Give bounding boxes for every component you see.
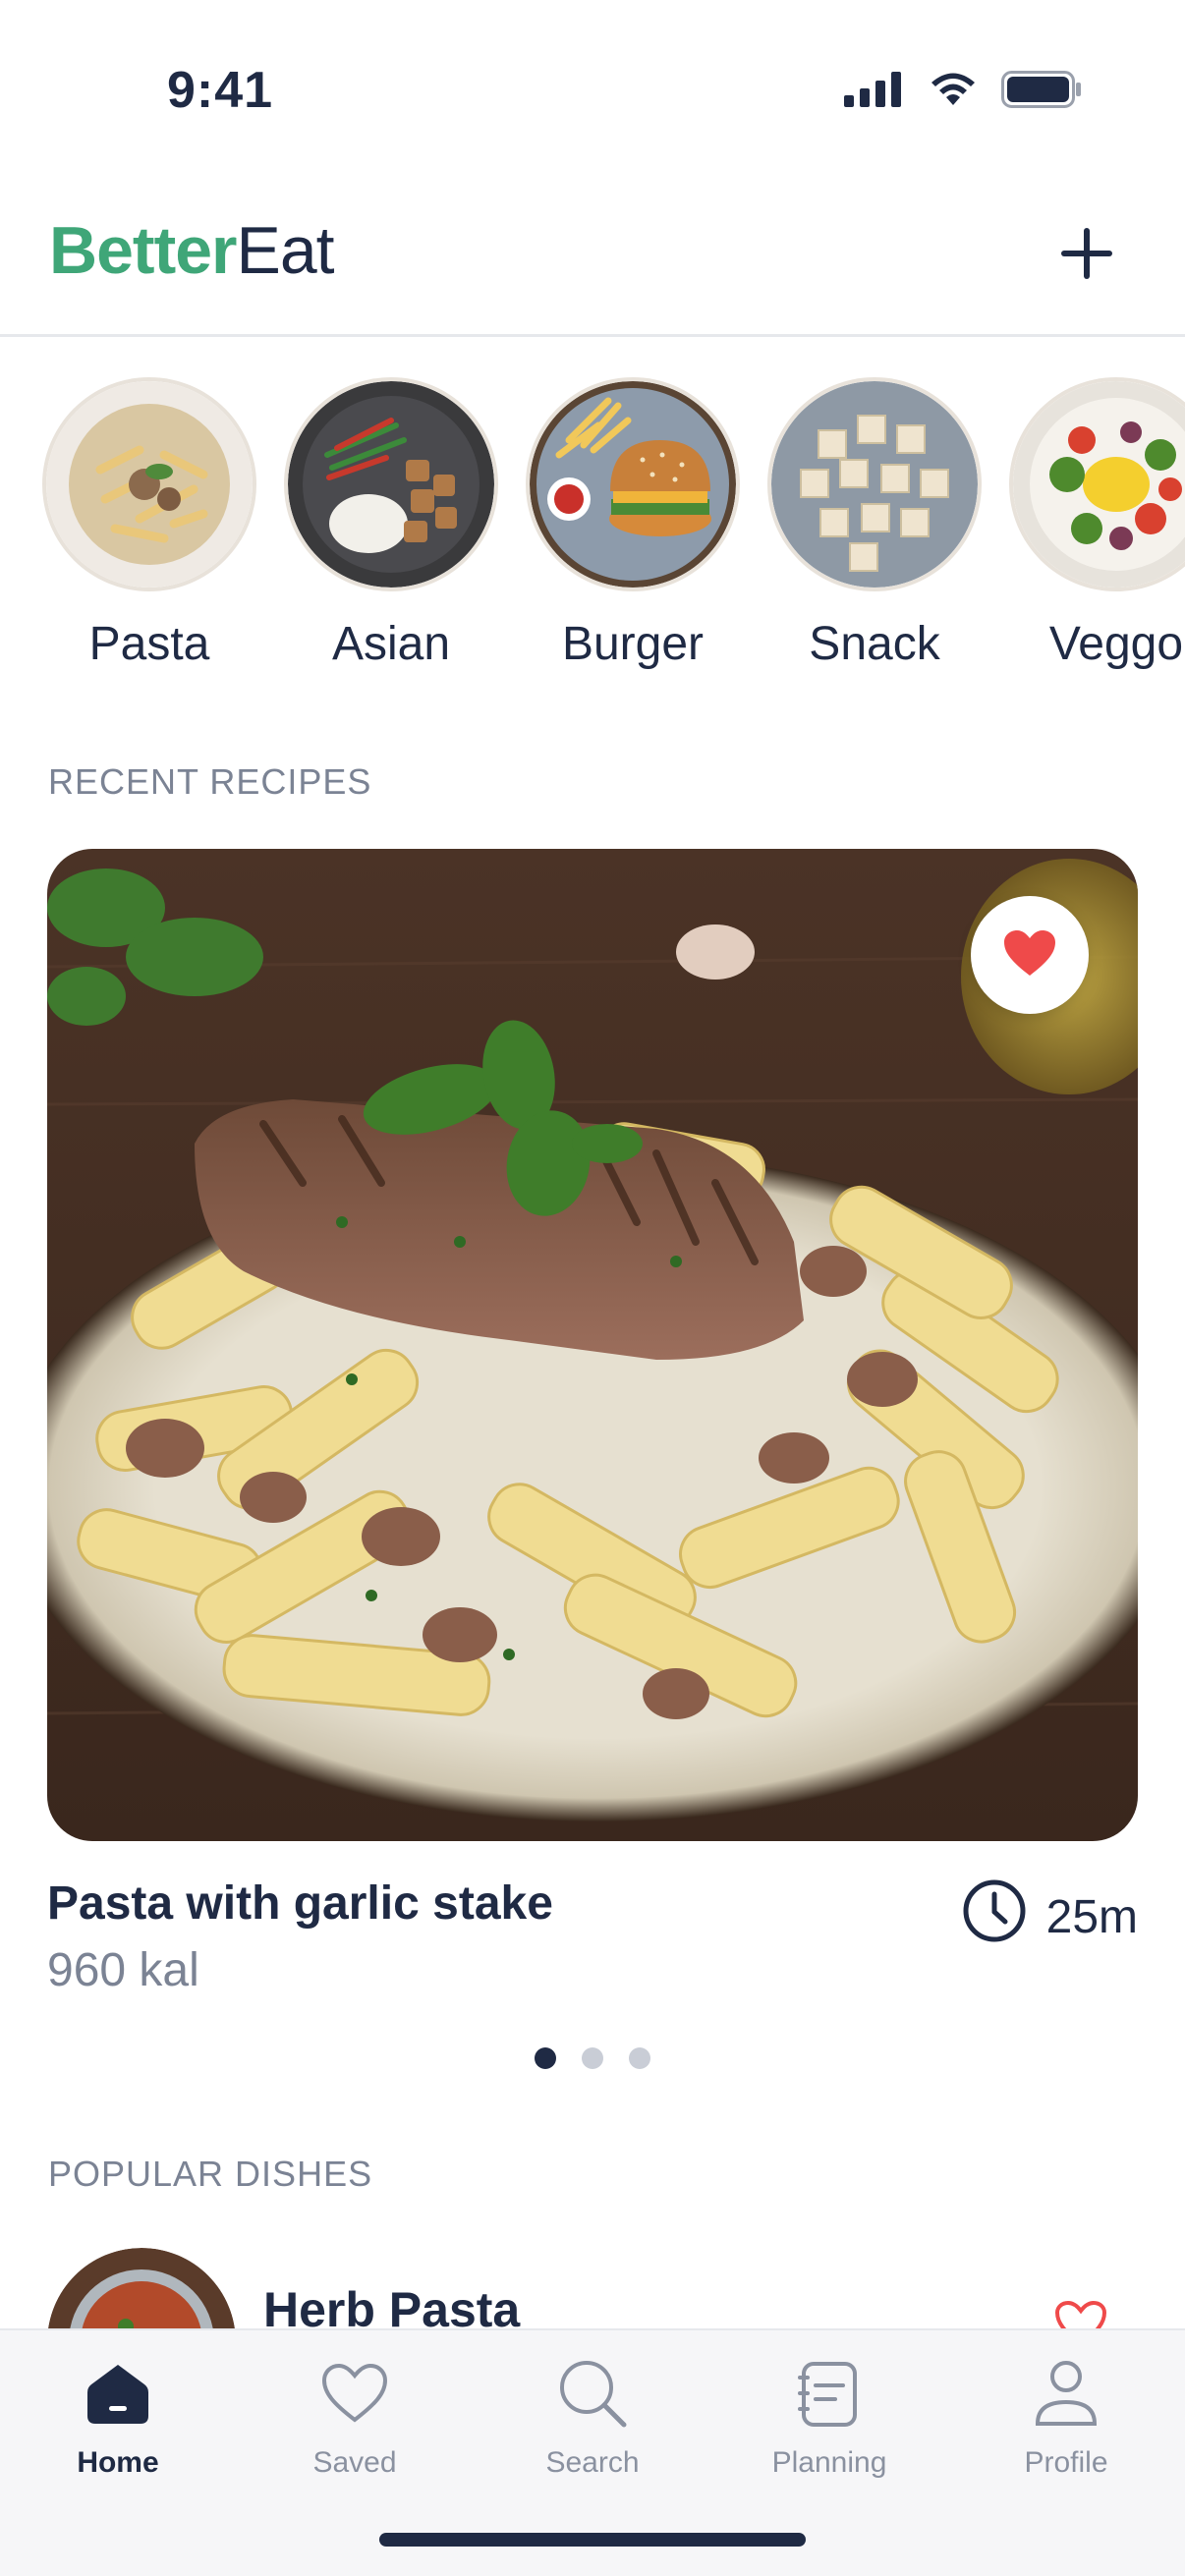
search-icon xyxy=(494,2354,691,2433)
category-carousel[interactable]: Pasta Asian Burger Snack Veggo xyxy=(0,334,1185,688)
status-bar: 9:41 xyxy=(0,0,1185,187)
user-icon xyxy=(968,2354,1164,2433)
home-indicator xyxy=(379,2533,806,2547)
asian-thumbnail xyxy=(288,381,494,588)
logo-better: Better xyxy=(49,213,237,288)
category-label: Veggo xyxy=(1048,618,1184,670)
status-time: 9:41 xyxy=(167,62,274,119)
battery-icon xyxy=(1001,71,1082,113)
tab-planning[interactable]: Planning xyxy=(731,2354,928,2480)
pasta-thumbnail xyxy=(46,381,253,588)
tab-label: Saved xyxy=(312,2446,397,2479)
popular-dishes-title: POPULAR DISHES xyxy=(48,2154,373,2194)
heart-icon xyxy=(256,2354,453,2433)
carousel-dot-1[interactable] xyxy=(535,2047,556,2069)
recipe-photo xyxy=(47,849,1138,1841)
category-label: Burger xyxy=(561,618,705,670)
favorite-button[interactable] xyxy=(971,896,1089,1014)
status-icons xyxy=(844,71,1082,113)
home-icon xyxy=(20,2354,216,2433)
burger-thumbnail xyxy=(530,381,736,588)
logo-eat: Eat xyxy=(236,213,335,288)
tab-label: Home xyxy=(77,2446,159,2479)
carousel-dots xyxy=(0,2047,1185,2069)
carousel-dot-3[interactable] xyxy=(629,2047,650,2069)
tab-label: Profile xyxy=(1024,2446,1108,2479)
category-asian[interactable]: Asian xyxy=(270,381,512,671)
category-label: Pasta xyxy=(88,618,210,670)
wifi-icon xyxy=(929,72,978,112)
recipe-title: Pasta with garlic stake xyxy=(47,1877,553,1930)
heart-filled-icon xyxy=(1002,928,1057,982)
category-label: Snack xyxy=(809,618,940,670)
tab-label: Search xyxy=(545,2446,640,2479)
signal-icon xyxy=(844,72,905,112)
clock-icon xyxy=(962,1878,1027,1955)
tab-search[interactable]: Search xyxy=(494,2354,691,2480)
add-recipe-button[interactable] xyxy=(1047,216,1126,295)
app-screen: 9:41 BetterEat Pasta Asian Burger Snack … xyxy=(0,0,1185,2576)
category-veggo[interactable]: Veggo xyxy=(995,381,1185,671)
app-logo: BetterEat xyxy=(49,201,335,300)
veggo-thumbnail xyxy=(1013,381,1185,588)
plus-icon xyxy=(1057,224,1116,288)
carousel-dot-2[interactable] xyxy=(582,2047,603,2069)
notebook-icon xyxy=(731,2354,928,2433)
recent-recipes-title: RECENT RECIPES xyxy=(48,761,372,802)
recipe-time-value: 25m xyxy=(1045,1890,1138,1943)
tab-label: Planning xyxy=(771,2446,887,2479)
category-label: Asian xyxy=(331,618,451,670)
tab-saved[interactable]: Saved xyxy=(256,2354,453,2480)
category-snack[interactable]: Snack xyxy=(754,381,995,671)
tab-home[interactable]: Home xyxy=(20,2354,216,2480)
app-header: BetterEat xyxy=(0,187,1185,337)
category-burger[interactable]: Burger xyxy=(512,381,754,671)
category-pasta[interactable]: Pasta xyxy=(28,381,270,671)
recent-recipe-card[interactable] xyxy=(47,849,1138,1841)
recipe-time: 25m xyxy=(962,1878,1138,1955)
tab-profile[interactable]: Profile xyxy=(968,2354,1164,2480)
recipe-calories: 960 kal xyxy=(47,1944,199,1996)
snack-thumbnail xyxy=(771,381,978,588)
